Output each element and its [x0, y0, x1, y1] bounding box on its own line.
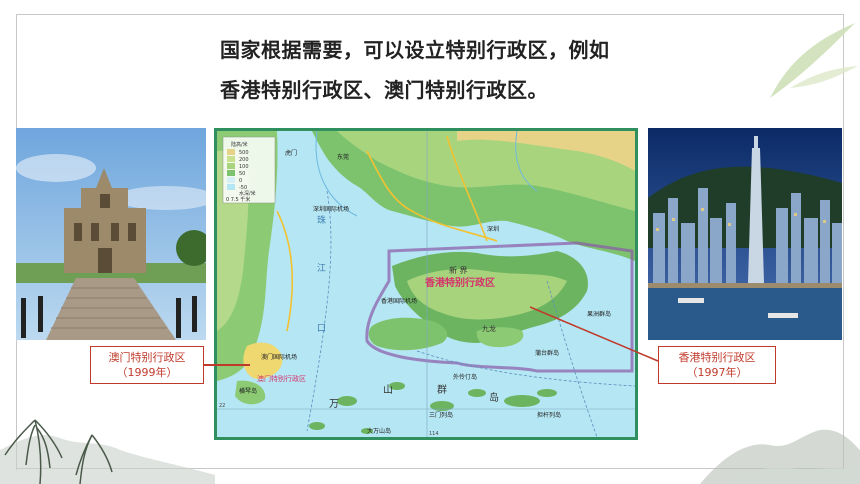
frame-line-top	[16, 14, 844, 15]
map-label-macau-region: 澳门特别行政区	[257, 374, 306, 383]
hongkong-leader-line	[530, 306, 659, 362]
ink-landscape-left	[0, 419, 215, 484]
map-label-dawanshan: 大万山岛	[367, 427, 391, 435]
map-label-wan: 万	[329, 399, 339, 410]
map-label-humen: 虎门	[285, 149, 297, 157]
map-label-dao: 岛	[489, 391, 499, 404]
macau-callout: 澳门特别行政区 （1999年）	[90, 346, 204, 384]
map-label-hk-airport: 香港国际机场	[381, 297, 417, 305]
map-lat-label: 22	[219, 403, 225, 409]
legend-scale: 0 7.5 千米	[226, 196, 250, 203]
macau-ruins-photo	[16, 128, 206, 340]
map-label-sanmen: 三门列岛	[429, 411, 453, 419]
map-label-dangan: 担杆列岛	[537, 411, 561, 419]
map-label-jiang: 江	[317, 263, 326, 274]
hongkong-callout-name: 香港特别行政区	[678, 351, 756, 364]
map-legend: 陆高/米 500 200 100 50 0 -50 水深/米 0 7.5 千米	[222, 136, 276, 204]
map-label-xinjie: 新 界	[449, 265, 468, 275]
map-label-wailing: 外伶仃岛	[453, 373, 477, 381]
map-label-shenzhen: 深圳	[487, 225, 499, 233]
map-label-macau-airport: 澳门国际机场	[261, 353, 297, 361]
pearl-river-delta-map: 陆高/米 500 200 100 50 0 -50 水深/米 0 7.5 千米 …	[214, 128, 638, 440]
heading-text: 国家根据需要，可以设立特别行政区，例如 香港特别行政区、澳门特别行政区。	[220, 30, 680, 110]
legend-level-3: 100	[239, 164, 249, 170]
map-label-hk-region: 香港特别行政区	[425, 276, 495, 289]
legend-title: 陆高/米	[231, 141, 248, 148]
legend-level-1: 500	[239, 150, 249, 156]
map-lon-label: 114	[429, 431, 439, 437]
map-label-shan: 山	[383, 384, 393, 396]
map-label-qun: 群	[437, 383, 447, 396]
hongkong-callout: 香港特别行政区 （1997年）	[658, 346, 776, 384]
map-label-jiulong: 九龙	[482, 324, 496, 333]
macau-leader-line	[204, 364, 250, 366]
heading-line-1: 国家根据需要，可以设立特别行政区，例如	[220, 38, 610, 62]
ink-landscape-right	[700, 429, 860, 484]
map-label-zhu: 珠	[317, 214, 326, 226]
legend-level-5: 0	[239, 178, 242, 184]
legend-bottom: 水深/米	[239, 190, 256, 197]
leaf-decoration	[770, 23, 858, 98]
legend-level-2: 200	[239, 157, 249, 163]
macau-callout-name: 澳门特别行政区	[108, 351, 186, 364]
map-label-kou: 口	[317, 324, 326, 334]
macau-callout-year: （1999年）	[116, 366, 178, 379]
hongkong-callout-year: （1997年）	[686, 366, 748, 379]
hongkong-skyline-photo	[648, 128, 842, 340]
map-label-shenzhen-airport: 深圳国际机场	[313, 205, 349, 213]
heading-line-2: 香港特别行政区、澳门特别行政区。	[220, 78, 548, 102]
map-label-dongguan: 东莞	[337, 153, 349, 161]
map-label-hengqin: 横琴岛	[239, 387, 257, 395]
legend-level-4: 50	[239, 171, 245, 177]
